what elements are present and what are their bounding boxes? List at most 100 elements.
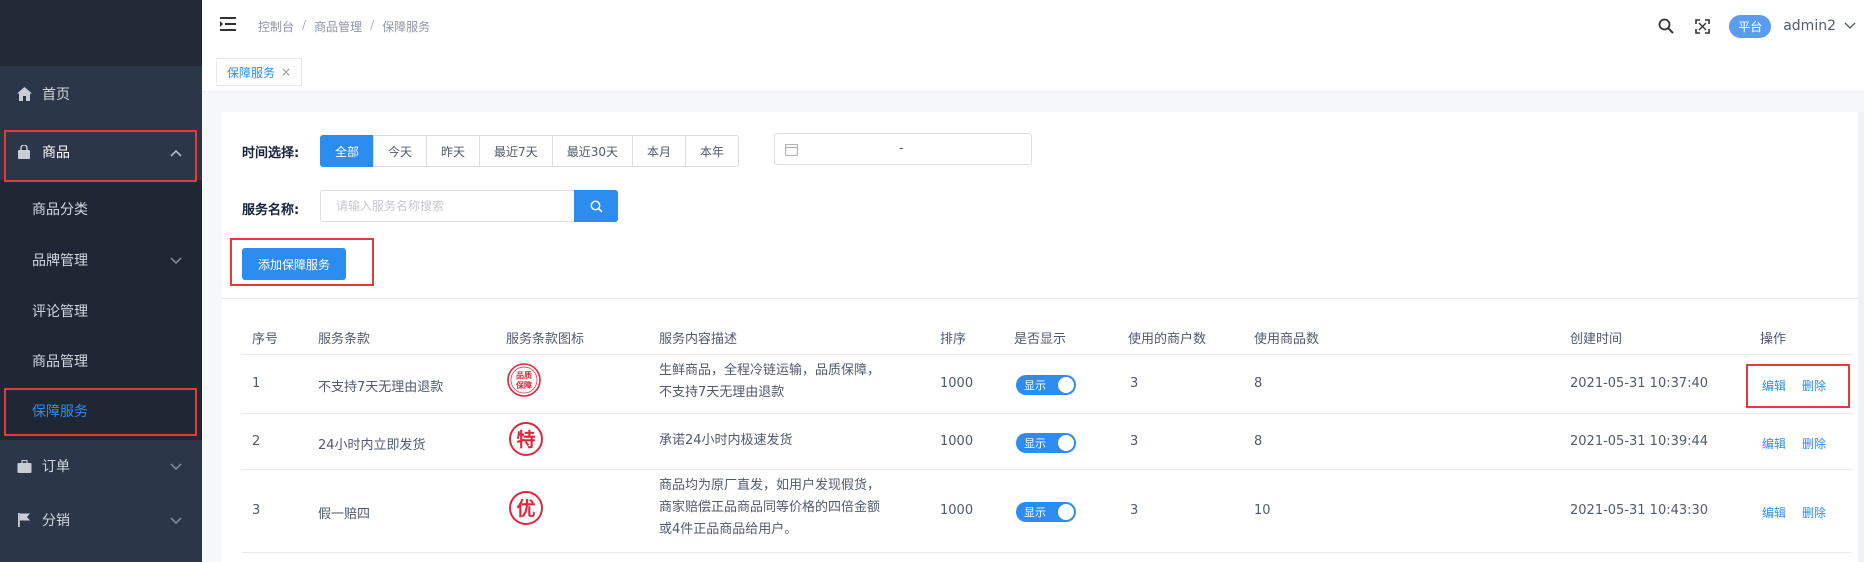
- time-option-yesterday[interactable]: 昨天: [426, 135, 481, 167]
- briefcase-icon: [16, 458, 32, 474]
- cell-id: 1: [252, 376, 261, 391]
- close-icon[interactable]: ×: [281, 65, 291, 79]
- cell-products: 8: [1254, 434, 1263, 449]
- time-filter-group: 全部 今天 昨天 最近7天 最近30天 本月 本年: [320, 135, 739, 167]
- time-filter-label: 时间选择:: [242, 146, 300, 161]
- edit-link[interactable]: 编辑: [1762, 377, 1786, 394]
- toggle-label: 显示: [1024, 506, 1046, 519]
- column-header: 服务内容描述: [659, 332, 738, 347]
- logo-area: [0, 0, 202, 66]
- delete-link[interactable]: 删除: [1802, 504, 1826, 521]
- cell-created: 2021-05-31 10:37:40: [1570, 376, 1709, 391]
- search-icon[interactable]: [1657, 17, 1675, 35]
- sidebar-item-label: 订单: [42, 459, 70, 475]
- sidebar-item-distribution[interactable]: 分销: [0, 494, 202, 546]
- sidebar-item-label: 商品: [42, 145, 70, 161]
- sidebar-subitem-category[interactable]: 商品分类: [0, 184, 202, 234]
- cell-name: 24小时内立即发货: [318, 438, 426, 453]
- sidebar-item-orders[interactable]: 订单: [0, 440, 202, 492]
- column-header: 创建时间: [1570, 332, 1623, 347]
- cell-description: 生鲜商品，全程冷链运输，品质保障， 不支持7天无理由退款: [659, 360, 880, 404]
- column-header: 操作: [1760, 332, 1787, 347]
- column-header: 排序: [940, 332, 967, 347]
- time-option-month[interactable]: 本月: [631, 135, 686, 167]
- column-header: 服务条款: [318, 332, 371, 347]
- home-icon: [16, 86, 32, 102]
- sidebar-item-home[interactable]: 首页: [0, 68, 202, 120]
- cell-id: 3: [252, 503, 261, 518]
- service-name-search-input[interactable]: [320, 190, 574, 222]
- time-option-30days[interactable]: 最近30天: [551, 135, 633, 167]
- calendar-icon: [785, 143, 798, 156]
- search-icon: [590, 200, 603, 213]
- cell-products: 8: [1254, 376, 1263, 391]
- fullscreen-icon[interactable]: [1693, 17, 1711, 35]
- quality-seal-icon: 品质 保障: [506, 362, 542, 398]
- sidebar-item-label: 品牌管理: [32, 253, 88, 269]
- cell-id: 2: [252, 434, 261, 449]
- desc-line: 商品均为原厂直发，如用户发现假货，: [659, 478, 881, 493]
- seal-text: 优: [516, 497, 535, 520]
- delete-link[interactable]: 删除: [1802, 435, 1826, 452]
- cell-products: 10: [1254, 503, 1271, 518]
- sidebar-item-goods[interactable]: 商品: [0, 126, 202, 178]
- edit-link[interactable]: 编辑: [1762, 435, 1786, 452]
- column-header: 使用的商户数: [1128, 332, 1207, 347]
- sidebar-subitem-review[interactable]: 评论管理: [0, 286, 202, 336]
- add-guarantee-service-button[interactable]: 添加保障服务: [242, 248, 346, 280]
- seal-text: 特: [516, 429, 535, 451]
- date-range-separator: -: [899, 141, 904, 156]
- row-divider: [242, 354, 1852, 355]
- breadcrumb-item[interactable]: 控制台: [258, 18, 294, 35]
- time-option-7days[interactable]: 最近7天: [479, 135, 553, 167]
- chevron-up-icon: [170, 146, 182, 161]
- row-divider: [242, 413, 1852, 414]
- sidebar-item-label: 保障服务: [32, 404, 88, 420]
- cell-name: 不支持7天无理由退款: [318, 380, 444, 395]
- cell-description: 承诺24小时内极速发货: [659, 430, 793, 452]
- cell-created: 2021-05-31 10:43:30: [1570, 503, 1709, 518]
- column-header: 序号: [252, 332, 279, 347]
- delete-link[interactable]: 删除: [1802, 377, 1826, 394]
- user-menu[interactable]: admin2: [1783, 18, 1836, 34]
- tab-guarantee[interactable]: 保障服务 ×: [216, 58, 303, 86]
- cell-sort: 1000: [940, 503, 974, 518]
- sidebar-subitem-brand[interactable]: 品牌管理: [0, 235, 202, 285]
- chevron-down-icon: [170, 460, 182, 475]
- chevron-down-icon[interactable]: [1844, 22, 1856, 30]
- cell-sort: 1000: [940, 434, 974, 449]
- desc-line: 商家赔偿正品商品同等价格的四倍金额: [659, 500, 881, 515]
- breadcrumb: 控制台 / 商品管理 / 保障服务: [258, 18, 430, 35]
- toggle-knob: [1058, 435, 1074, 451]
- cell-merchants: 3: [1130, 434, 1139, 449]
- sidebar-item-label: 商品管理: [32, 354, 88, 370]
- breadcrumb-item: 保障服务: [382, 20, 431, 34]
- breadcrumb-item[interactable]: 商品管理: [314, 18, 362, 35]
- flag-icon: [16, 512, 32, 528]
- date-range-picker[interactable]: -: [774, 133, 1032, 165]
- menu-toggle-icon[interactable]: [220, 16, 238, 34]
- service-name-label: 服务名称:: [242, 203, 300, 218]
- scrollbar-track[interactable]: [1858, 112, 1864, 562]
- time-option-today[interactable]: 今天: [373, 135, 428, 167]
- tab-label: 保障服务: [227, 65, 276, 80]
- time-option-all[interactable]: 全部: [320, 135, 375, 167]
- display-toggle[interactable]: 显示: [1016, 375, 1076, 395]
- display-toggle[interactable]: 显示: [1016, 433, 1076, 453]
- edit-link[interactable]: 编辑: [1762, 504, 1786, 521]
- desc-line: 或4件正品商品给用户。: [659, 522, 798, 537]
- sidebar-subitem-guarantee[interactable]: 保障服务: [0, 386, 202, 436]
- toggle-label: 显示: [1024, 379, 1046, 392]
- desc-line: 承诺24小时内极速发货: [659, 433, 793, 448]
- time-option-year[interactable]: 本年: [684, 135, 739, 167]
- display-toggle[interactable]: 显示: [1016, 502, 1076, 522]
- breadcrumb-separator: /: [370, 18, 375, 32]
- cell-merchants: 3: [1130, 376, 1139, 391]
- search-button[interactable]: [574, 190, 618, 222]
- platform-badge: 平台: [1729, 14, 1772, 38]
- row-divider: [242, 469, 1852, 470]
- chevron-down-icon: [170, 253, 182, 269]
- sidebar: 首页 商品 商品分类 品牌管理 评论管理 商品管理 保障服务 订单 分销: [0, 0, 202, 562]
- sidebar-item-label: 商品分类: [32, 202, 88, 218]
- sidebar-subitem-goods-manage[interactable]: 商品管理: [0, 336, 202, 386]
